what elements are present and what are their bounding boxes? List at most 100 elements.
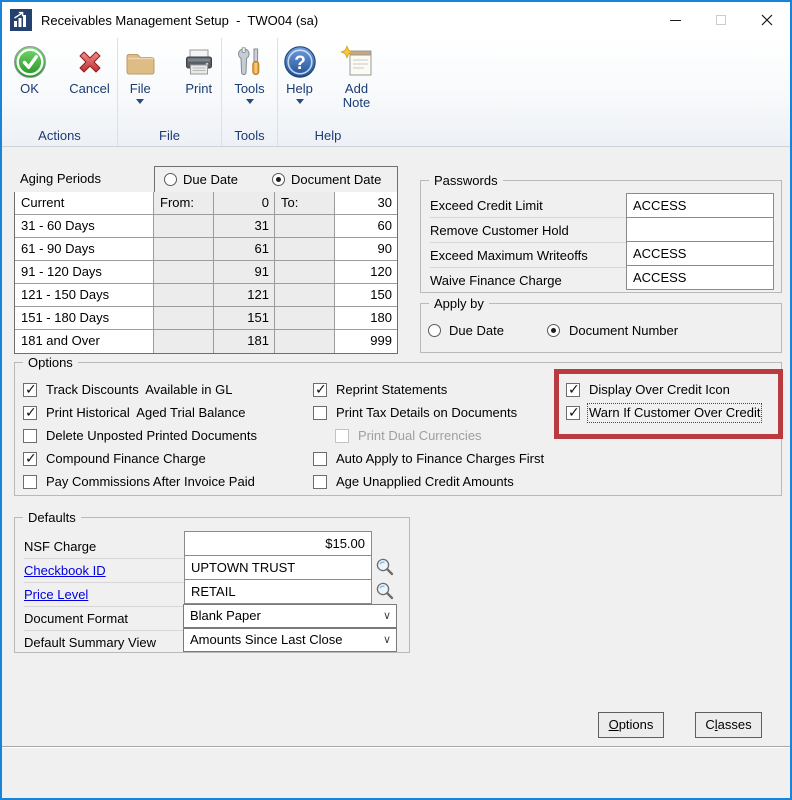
table-row: 91 - 120 Days 91 120 <box>15 261 397 284</box>
table-row: 31 - 60 Days 31 60 <box>15 215 397 238</box>
due-date-radio[interactable] <box>164 173 177 186</box>
to-value[interactable]: 30 <box>335 192 397 214</box>
apply-due-date-radio[interactable] <box>428 324 441 337</box>
aging-row-label[interactable]: 91 - 120 Days <box>15 261 154 283</box>
aging-row-label[interactable]: 181 and Over <box>15 330 154 353</box>
apply-document-number-radio[interactable] <box>547 324 560 337</box>
document-format-dropdown[interactable]: Blank Paper∨ <box>183 604 397 628</box>
to-header: To: <box>275 192 335 214</box>
checkbook-id-link-label: Checkbook ID <box>24 559 184 583</box>
checkbox-label[interactable]: Compound Finance Charge <box>46 451 206 467</box>
print-tax-details-checkbox[interactable] <box>313 406 327 420</box>
maximize-icon <box>716 15 726 25</box>
checkbox-label[interactable]: Print Historical Aged Trial Balance <box>46 405 245 421</box>
defaults-legend: Defaults <box>23 510 81 525</box>
due-date-radio-label[interactable]: Due Date <box>183 172 238 187</box>
checkbox-label[interactable]: Pay Commissions After Invoice Paid <box>46 474 255 490</box>
app-chart-icon <box>10 9 32 31</box>
from-value: 181 <box>214 330 275 353</box>
checkbox-label[interactable]: Track Discounts Available in GL <box>46 382 232 398</box>
document-date-radio[interactable] <box>272 173 285 186</box>
aging-row-label[interactable]: 151 - 180 Days <box>15 307 154 329</box>
lookup-magnifier-icon[interactable] <box>375 581 395 601</box>
checkbox-label[interactable]: Reprint Statements <box>336 382 447 398</box>
waive-finance-charge-input[interactable]: ACCESS <box>626 265 774 290</box>
chevron-down-icon <box>296 99 304 108</box>
classes-button-rest: asses <box>718 717 752 732</box>
classes-button[interactable]: Classes <box>695 712 762 738</box>
checkbox-label[interactable]: Warn If Customer Over Credit <box>589 405 760 421</box>
checkbox-label[interactable]: Delete Unposted Printed Documents <box>46 428 257 444</box>
window-title: Receivables Management Setup - TWO04 (sa… <box>41 13 318 28</box>
cancel-x-icon <box>73 45 107 79</box>
to-value[interactable]: 999 <box>335 330 397 353</box>
options-button[interactable]: Options <box>598 712 664 738</box>
to-value[interactable]: 120 <box>335 261 397 283</box>
options-button-key: O <box>609 717 619 732</box>
checkbook-id-link[interactable]: Checkbook ID <box>24 563 106 578</box>
classes-button-label: C <box>705 717 714 732</box>
apply-document-number-label[interactable]: Document Number <box>569 323 678 338</box>
aging-row-label[interactable]: 61 - 90 Days <box>15 238 154 260</box>
status-bar <box>2 746 790 798</box>
checkbook-id-input[interactable]: UPTOWN TRUST <box>184 555 372 580</box>
checkbox-label[interactable]: Auto Apply to Finance Charges First <box>336 451 544 467</box>
options-button-rest: ptions <box>619 717 654 732</box>
table-row: 121 - 150 Days 121 150 <box>15 284 397 307</box>
apply-due-date-label[interactable]: Due Date <box>449 323 504 338</box>
receivables-management-setup-window: Receivables Management Setup - TWO04 (sa… <box>0 0 792 800</box>
ribbon-group-help: ? Help Add Note Help <box>278 38 378 146</box>
document-format-label: Document Format <box>24 607 184 631</box>
auto-apply-finance-charges-checkbox[interactable] <box>313 452 327 466</box>
from-value: 31 <box>214 215 275 237</box>
price-level-input[interactable]: RETAIL <box>184 579 372 604</box>
ribbon-group-label-tools: Tools <box>222 128 277 143</box>
checkbox-label[interactable]: Age Unapplied Credit Amounts <box>336 474 514 490</box>
warn-if-customer-over-credit-checkbox[interactable] <box>566 406 580 420</box>
default-summary-view-dropdown[interactable]: Amounts Since Last Close ∨ <box>183 628 397 652</box>
pay-commissions-checkbox[interactable] <box>23 475 37 489</box>
maximize-button <box>698 2 744 38</box>
close-button[interactable] <box>744 2 790 38</box>
nsf-charge-input[interactable]: $15.00 <box>184 531 372 556</box>
checkbox-label: Print Dual Currencies <box>358 428 482 444</box>
exceed-credit-limit-input[interactable]: ACCESS <box>626 193 774 218</box>
from-header <box>154 307 214 329</box>
track-discounts-checkbox[interactable] <box>23 383 37 397</box>
table-row: 61 - 90 Days 61 90 <box>15 238 397 261</box>
aging-row-label[interactable]: 31 - 60 Days <box>15 215 154 237</box>
to-value[interactable]: 60 <box>335 215 397 237</box>
compound-finance-charge-checkbox[interactable] <box>23 452 37 466</box>
cancel-label: Cancel <box>69 82 109 96</box>
document-date-radio-label[interactable]: Document Date <box>291 172 381 187</box>
remove-customer-hold-input[interactable] <box>626 217 774 242</box>
checkbox-label[interactable]: Print Tax Details on Documents <box>336 405 517 421</box>
reprint-statements-checkbox[interactable] <box>313 383 327 397</box>
age-unapplied-credit-checkbox[interactable] <box>313 475 327 489</box>
aging-row-label[interactable]: Current <box>15 192 154 214</box>
to-value[interactable]: 180 <box>335 307 397 329</box>
close-icon <box>761 14 773 26</box>
from-header <box>154 261 214 283</box>
to-value[interactable]: 150 <box>335 284 397 306</box>
price-level-link-label: Price Level <box>24 583 184 607</box>
default-summary-view-value: Amounts Since Last Close <box>190 632 342 647</box>
defaults-group: Defaults NSF Charge $15.00 Checkbook ID … <box>14 517 410 653</box>
svg-text:?: ? <box>294 53 306 74</box>
display-over-credit-icon-checkbox[interactable] <box>566 383 580 397</box>
aging-row-label[interactable]: 121 - 150 Days <box>15 284 154 306</box>
print-historical-checkbox[interactable] <box>23 406 37 420</box>
minimize-icon <box>670 20 681 21</box>
add-note-icon <box>340 45 374 79</box>
from-value: 61 <box>214 238 275 260</box>
exceed-maximum-writeoffs-input[interactable]: ACCESS <box>626 241 774 266</box>
price-level-link[interactable]: Price Level <box>24 587 88 602</box>
ok-check-icon <box>13 45 47 79</box>
minimize-button[interactable] <box>652 2 698 38</box>
delete-unposted-checkbox[interactable] <box>23 429 37 443</box>
to-value[interactable]: 90 <box>335 238 397 260</box>
checkbox-label[interactable]: Display Over Credit Icon <box>589 382 730 398</box>
options-legend: Options <box>23 355 78 370</box>
chevron-down-icon: ∨ <box>383 629 391 651</box>
lookup-magnifier-icon[interactable] <box>375 557 395 577</box>
